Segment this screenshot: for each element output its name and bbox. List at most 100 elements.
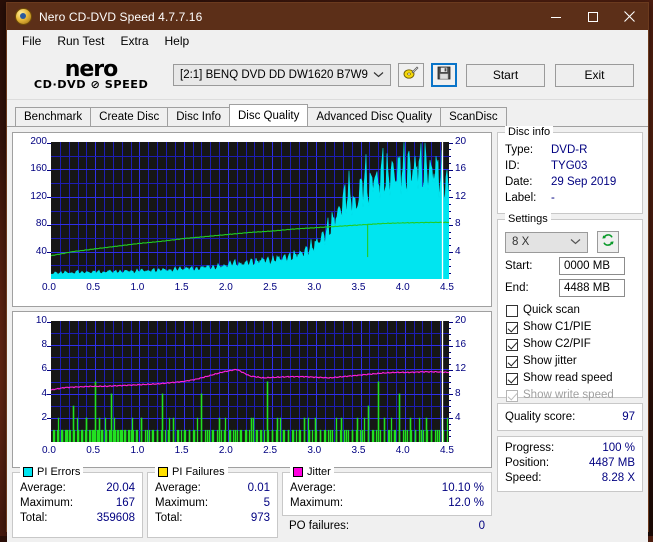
minimize-icon[interactable] [537,3,574,30]
y2-axis-tick-label: 16 [455,339,467,351]
tab-advanced-disc-quality[interactable]: Advanced Disc Quality [307,107,442,126]
y2-axis-minor-tick [449,412,451,414]
refresh-button[interactable] [597,231,619,253]
pi-errors-maximum-value: 167 [115,497,135,509]
disc-type-label: Type: [505,144,534,156]
show-c2-pif-label: Show C2/PIF [523,338,591,350]
disc-label-label: Label: [505,192,537,204]
y2-axis-tick-label: 20 [455,315,467,326]
quality-score-label: Quality score: [505,410,576,423]
tab-content-disc-quality: 200 160 120 80 40 20 16 12 8 4 0.0 0.5 1.0 1.5 2.0 2.5 3… [7,126,648,542]
nero-logo: nero CD·DVD ⊘ SPEED [15,58,167,91]
maximize-icon[interactable] [574,3,611,30]
quick-scan-label: Quick scan [523,304,580,316]
settings-box: Settings 8 X Start: 0000 MB End: 4488 MB… [497,213,643,431]
y2-axis-tick [449,394,453,396]
tab-disc-quality[interactable]: Disc Quality [229,104,309,126]
settings-legend: Settings [505,213,551,225]
menu-item-file[interactable]: File [14,32,49,50]
show-write-speed-label: Show write speed [523,389,614,401]
speed-row: 8 X [498,229,642,253]
pi-failures-maximum-row: Maximum: 5 [148,496,277,511]
disc-id-label: ID: [505,160,520,172]
disc-label-value: - [551,192,555,204]
pi-failures-legend: PI Failures [155,466,228,478]
checkbox-row-quick-scan[interactable]: Quick scan [498,302,642,319]
disc-info-box: Disc info Type: DVD-R ID: TYG03 Date: 29… [497,126,643,214]
y2-axis-tick [449,252,453,254]
x-axis-tick-label: 2.0 [218,445,233,456]
y-axis-tick-label: 160 [30,163,47,175]
quality-score-box: Quality score: 97 [497,403,643,431]
pi-failures-average-value: 0.01 [247,482,270,494]
tab-scandisc[interactable]: ScanDisc [440,107,507,126]
progress-label: Progress: [505,442,555,454]
tab-create-disc[interactable]: Create Disc [90,107,169,126]
y2-axis-minor-tick [449,190,451,192]
pi-errors-legend: PI Errors [20,466,84,478]
checkbox-row-show-jitter[interactable]: Show jitter [498,353,642,370]
x-axis-tick-label: 4.0 [395,282,410,293]
nero-disc-icon [15,8,32,25]
close-icon[interactable] [611,3,648,30]
drive-select[interactable]: [2:1] BENQ DVD DD DW1620 B7W9 [173,64,391,86]
y-axis-tick [47,321,51,323]
tab-bar: Benchmark Create Disc Disc Info Disc Qua… [7,104,648,126]
y2-axis-tick [449,345,453,347]
chevron-down-icon [570,236,581,248]
start-button[interactable]: Start [466,63,545,87]
speed-select-value: 8 X [512,236,530,248]
y2-axis-minor-tick [449,258,451,260]
end-field[interactable]: 4488 MB [559,279,625,297]
menu-item-run-test[interactable]: Run Test [49,32,112,50]
disc-date-value: 29 Sep 2019 [551,176,617,188]
y2-axis-minor-tick [449,149,451,151]
menu-item-extra[interactable]: Extra [112,32,156,50]
disc-info-legend: Disc info [505,126,554,138]
y2-axis-minor-tick [449,176,451,178]
tab-benchmark[interactable]: Benchmark [15,107,92,126]
save-button[interactable] [431,63,457,87]
start-field[interactable]: 0000 MB [559,257,625,275]
y2-axis-minor-tick [449,245,451,247]
show-c1-pie-checkbox[interactable] [506,321,518,334]
x-axis-tick-label: 0.0 [42,445,56,456]
y-axis-tick-label: 2 [41,411,47,423]
y2-axis-minor-tick [449,424,451,426]
y2-axis-minor-tick [449,183,451,185]
exit-button[interactable]: Exit [555,63,634,87]
y-axis-tick-label: 10 [35,315,47,326]
pi-errors-average-label: Average: [20,482,66,494]
show-jitter-checkbox[interactable] [506,355,518,368]
progress-value: 100 % [602,442,635,454]
checkbox-row-show-c2-pif[interactable]: Show C2/PIF [498,336,642,353]
y2-axis-minor-tick [449,363,451,365]
show-c2-pif-checkbox[interactable] [506,338,518,351]
checkbox-row-show-read-speed[interactable]: Show read speed [498,370,642,387]
show-read-speed-checkbox[interactable] [506,372,518,385]
disc-tools-icon-button[interactable] [398,63,424,87]
tab-disc-info[interactable]: Disc Info [167,107,230,126]
pi-failures-total-label: Total: [155,512,183,524]
y-axis-tick [47,394,51,396]
speed-select[interactable]: 8 X [505,231,588,253]
quick-scan-checkbox[interactable] [506,304,518,317]
y2-axis-minor-tick [449,156,451,158]
y2-axis-minor-tick [449,163,451,165]
chevron-down-icon [373,69,384,81]
y2-axis-minor-tick [449,406,451,408]
y2-axis-minor-tick [449,388,451,390]
jitter-maximum-label: Maximum: [290,497,344,509]
position-value: 4487 MB [588,457,635,469]
window-title: Nero CD-DVD Speed 4.7.7.16 [39,9,203,24]
checkbox-row-show-c1-pie[interactable]: Show C1/PIE [498,319,642,336]
progress-box: Progress: 100 % Position: 4487 MB Speed:… [497,436,643,492]
disc-id-value: TYG03 [551,160,588,172]
speed-row-readout: Speed: 8.28 X [498,471,642,486]
disc-label-row: Label: - [498,190,642,206]
menu-item-help[interactable]: Help [157,32,198,50]
y2-axis-minor-tick [449,436,451,438]
disc-date-label: Date: [505,176,533,188]
y-axis-tick-label: 40 [35,245,47,257]
jitter-maximum-row: Maximum: 12.0 % [283,496,491,511]
